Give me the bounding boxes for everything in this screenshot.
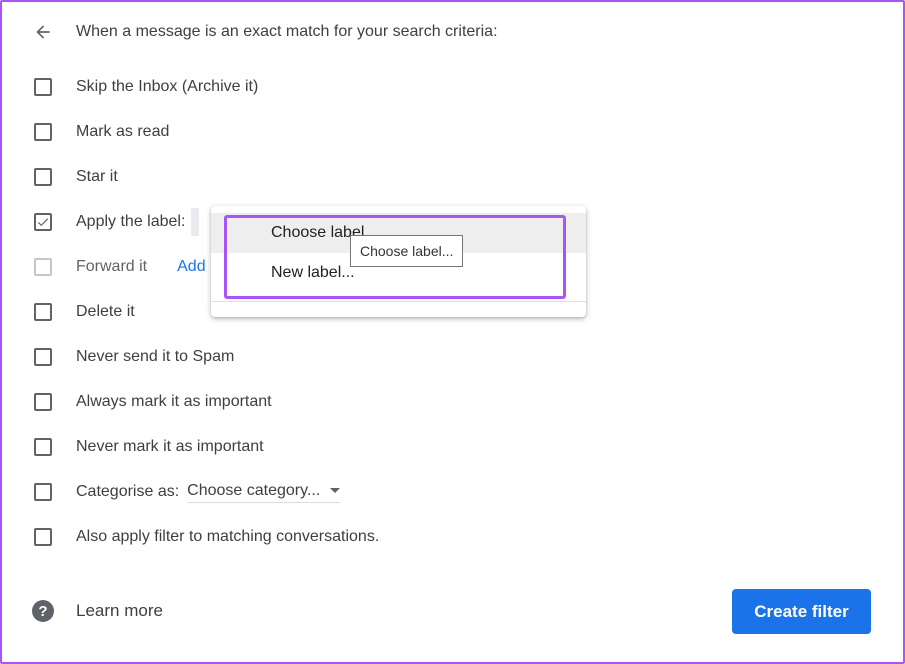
create-filter-button[interactable]: Create filter (732, 589, 871, 634)
option-label: Categorise as: (76, 483, 180, 500)
option-mark-read: Mark as read (34, 120, 169, 144)
option-apply-label: Apply the label: (34, 208, 200, 236)
filter-actions-header: When a message is an exact match for you… (30, 20, 498, 44)
apply-existing-checkbox[interactable] (34, 528, 52, 546)
option-label: Forward it (76, 258, 148, 275)
option-forward: Forward it Add (34, 255, 206, 279)
option-never-spam: Never send it to Spam (34, 345, 234, 369)
back-button[interactable] (30, 20, 56, 44)
option-label: Apply the label: (76, 213, 186, 230)
option-never-important: Never mark it as important (34, 435, 264, 459)
skip-inbox-checkbox[interactable] (34, 78, 52, 96)
option-label: Star it (76, 168, 118, 185)
never-important-checkbox[interactable] (34, 438, 52, 456)
forward-checkbox[interactable] (34, 258, 52, 276)
option-apply-existing: Also apply filter to matching conversati… (34, 525, 379, 549)
option-label: Always mark it as important (76, 393, 272, 410)
footer-help: ? Learn more (32, 599, 163, 623)
option-skip-inbox: Skip the Inbox (Archive it) (34, 75, 258, 99)
menu-divider (211, 301, 586, 302)
mark-read-checkbox[interactable] (34, 123, 52, 141)
label-select[interactable] (191, 208, 200, 236)
categorise-checkbox[interactable] (34, 483, 52, 501)
category-select[interactable]: Choose category... (187, 481, 341, 503)
category-select-value: Choose category... (187, 481, 321, 499)
learn-more-link[interactable]: Learn more (76, 601, 163, 621)
never-spam-checkbox[interactable] (34, 348, 52, 366)
arrow-back-icon (36, 25, 50, 39)
option-star: Star it (34, 165, 118, 189)
option-label: Also apply filter to matching conversati… (76, 528, 380, 545)
option-always-important: Always mark it as important (34, 390, 272, 414)
always-important-checkbox[interactable] (34, 393, 52, 411)
add-forwarding-address-link[interactable]: Add (177, 258, 205, 276)
header-title: When a message is an exact match for you… (76, 23, 498, 40)
help-icon[interactable]: ? (32, 600, 54, 622)
star-checkbox[interactable] (34, 168, 52, 186)
option-delete: Delete it (34, 300, 135, 324)
delete-checkbox[interactable] (34, 303, 52, 321)
option-label: Never mark it as important (76, 438, 264, 455)
option-label: Mark as read (76, 123, 170, 140)
tooltip: Choose label... (350, 235, 464, 267)
screenshot-frame (0, 0, 905, 664)
option-label: Never send it to Spam (76, 348, 235, 365)
apply-label-checkbox[interactable] (34, 213, 52, 231)
option-label: Skip the Inbox (Archive it) (76, 78, 259, 95)
option-categorise: Categorise as: Choose category... (34, 480, 341, 504)
dropdown-arrow-icon (330, 488, 341, 493)
checkmark-icon (37, 218, 49, 227)
option-label: Delete it (76, 303, 135, 320)
